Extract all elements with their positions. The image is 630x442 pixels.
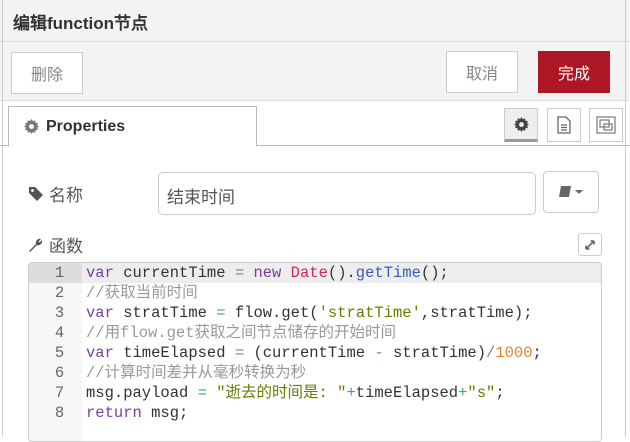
code-token: = [197,384,207,402]
code-line[interactable]: 4 //用flow.get获取之间节点储存的开始时间 [29,323,601,343]
line-number: 8 [54,404,65,422]
line-number: 6 [54,364,65,382]
done-button[interactable]: 完成 [538,51,610,93]
tab-settings[interactable] [504,108,538,142]
code-line[interactable]: 1 var currentTime = new Date().getTime(); [29,263,601,283]
code-token: timeElapsed [113,344,235,362]
code-token: (currentTime [244,344,375,362]
code-token: var [86,344,114,362]
delete-button[interactable]: 删除 [11,52,83,94]
code-text: var timeElapsed = (currentTime - stratTi… [86,343,542,363]
description-icon [557,116,571,134]
dialog-header: 编辑function节点 [0,0,630,42]
code-token: = [234,264,245,282]
code-text: var currentTime = new Date().getTime(); [86,263,449,283]
tab-description[interactable] [547,108,581,142]
code-token: return [86,404,142,422]
dialog-title: 编辑function节点 [13,14,149,33]
wrench-icon [29,238,43,252]
code-token: var [86,264,114,282]
code-line[interactable]: 2 //获取当前时间 [29,283,601,303]
code-token: timeElapsed [355,384,459,402]
code-token: getTime [355,264,421,282]
code-line[interactable]: 5 var timeElapsed = (currentTime - stratT… [29,343,601,363]
gear-icon [513,116,529,132]
line-number: 5 [54,344,65,362]
line-number: 3 [54,304,65,322]
name-input[interactable]: 结束时间 [158,172,536,215]
code-token: currentTime [113,264,235,282]
book-icon [559,186,583,197]
tag-icon [29,186,43,201]
code-text: msg.payload = "逝去的时间是: "+timeElapsed+"s"… [86,383,505,403]
gear-icon [24,119,39,134]
expand-icon [585,239,595,250]
line-number: 4 [54,324,65,342]
expand-editor-button[interactable] [578,233,602,256]
function-label-text: 函数 [49,237,83,256]
code-token: stratTime [113,304,217,322]
code-text: return msg; [86,403,188,423]
tab-bar: Properties [0,101,630,147]
code-token: / [486,344,496,362]
line-number: 7 [54,384,65,402]
code-token: ,stratTime); [420,304,533,322]
code-token: stratTime) [383,344,487,362]
code-text: var stratTime = flow.get('stratTime',str… [86,303,533,323]
line-number: 2 [54,284,65,302]
code-line[interactable]: 3 var stratTime = flow.get('stratTime',st… [29,303,601,323]
code-token: var [86,304,114,322]
code-token: msg; [141,404,189,422]
tab-appearance[interactable] [589,108,623,142]
code-token: new [253,264,282,282]
code-token: "逝去的时间是: " [216,384,347,402]
code-token: //用flow.get获取之间节点储存的开始时间 [86,324,397,342]
dialog-toolbar: 删除 取消 完成 [0,42,630,101]
code-token: msg.payload [86,384,198,402]
code-token: = [234,344,245,362]
code-token: (); [420,264,449,282]
code-line[interactable]: 8 return msg; [29,403,601,423]
name-label: 名称 [28,181,83,206]
code-token: = [216,304,226,322]
code-token: "s" [467,384,496,402]
function-label: 函数 [28,232,83,257]
cancel-button[interactable]: 取消 [446,51,518,93]
code-editor[interactable]: 1 var currentTime = new Date().getTime();… [28,262,602,442]
code-token: ; [532,344,542,362]
code-text: //获取当前时间 [86,283,198,303]
code-token: + [346,384,356,402]
code-token: Date [290,264,328,282]
code-token: flow.get( [225,304,319,322]
code-token: ; [495,384,505,402]
code-token: - [374,344,384,362]
name-label-text: 名称 [49,186,83,205]
line-number: 1 [29,263,82,283]
tab-properties-label: Properties [46,117,126,135]
code-token: 'stratTime' [318,304,421,322]
code-line[interactable]: 6 //计算时间差并从毫秒转换为秒 [29,363,601,383]
code-text: //计算时间差并从毫秒转换为秒 [86,363,306,383]
tab-properties[interactable]: Properties [8,106,257,147]
code-token: //计算时间差并从毫秒转换为秒 [86,364,307,382]
code-token: 1000 [495,344,533,362]
code-line[interactable]: 7 msg.payload = "逝去的时间是: "+timeElapsed+"s… [29,383,601,403]
code-token: (). [327,264,356,282]
appearance-icon [596,116,616,134]
code-text: //用flow.get获取之间节点储存的开始时间 [86,323,396,343]
name-library-button[interactable] [543,171,599,213]
code-token: //获取当前时间 [86,284,198,302]
